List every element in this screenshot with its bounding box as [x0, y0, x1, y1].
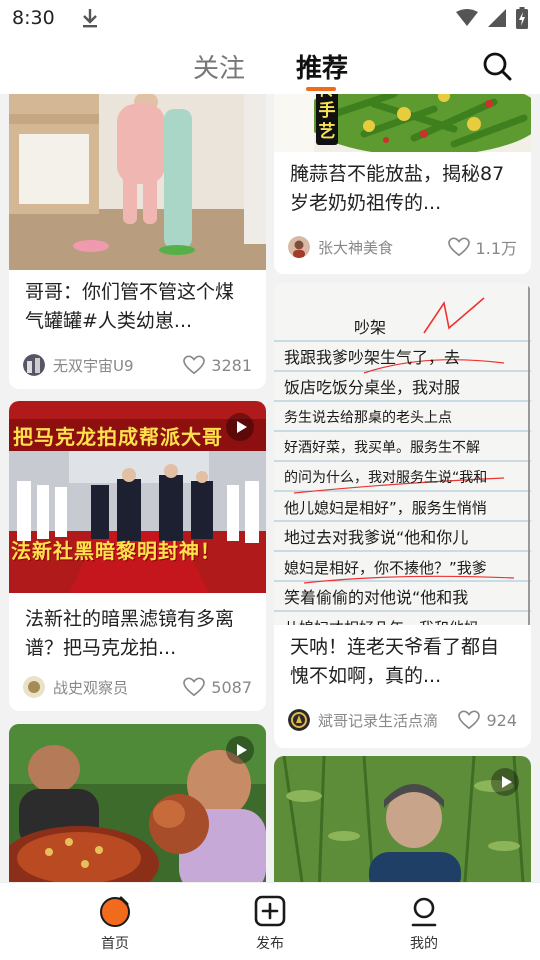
heart-icon	[183, 677, 206, 697]
bottom-nav: 首页 发布 我的	[0, 882, 540, 960]
author-name[interactable]: 战史观察员	[53, 677, 128, 698]
home-logo-icon	[100, 896, 130, 927]
card-thumbnail: 把马克龙拍成帮派大哥 法新社黑暗黎明封神！	[9, 401, 266, 593]
top-bar: 关注 推荐	[0, 36, 540, 94]
feed-card[interactable]	[9, 724, 266, 882]
like-count: 5087	[211, 677, 252, 697]
like-count: 1.1万	[475, 239, 517, 258]
note-line: 吵架	[354, 318, 387, 337]
play-icon	[226, 736, 254, 764]
card-thumbnail: 吵架 我跟我爹吵架生气了，去 饭店吃饭分桌坐，我对服 务生说去给那桌的老头上点 …	[274, 283, 531, 625]
play-icon	[491, 768, 519, 796]
signal-icon	[488, 9, 506, 27]
note-line: 的问为什么，我对服务生说“我和	[284, 470, 488, 486]
like-button[interactable]: 3281	[183, 355, 252, 375]
nav-publish[interactable]: 发布	[230, 895, 310, 953]
card-meta: 斌哥记录生活点滴 924	[288, 707, 517, 733]
card-thumbnail	[9, 94, 266, 270]
note-line: 他儿媳妇是相好”，服务生悄悄	[284, 499, 487, 517]
card-meta: 无双宇宙U9 3281	[23, 352, 252, 378]
feed-card[interactable]: 哥哥：你们管不管这个煤气罐罐#人类幼崽... 无双宇宙U9 3281	[9, 94, 266, 389]
user-icon	[411, 897, 437, 927]
like-count: 3281	[211, 355, 252, 375]
note-line: 饭店吃饭分桌坐，我对服	[284, 378, 461, 397]
card-title: 腌蒜苔不能放盐，揭秘87岁老奶奶祖传的...	[290, 163, 505, 214]
avatar	[23, 676, 45, 698]
feed[interactable]: 哥哥：你们管不管这个煤气罐罐#人类幼崽... 无双宇宙U9 3281 把马克龙拍…	[0, 94, 540, 882]
note-text: 吵架 我跟我爹吵架生气了，去 饭店吃饭分桌坐，我对服 务生说去给那桌的老头上点 …	[284, 313, 524, 625]
card-thumbnail	[9, 724, 266, 882]
note-line: 务生说去给那桌的老头上点	[284, 410, 452, 426]
author-name[interactable]: 斌哥记录生活点滴	[318, 710, 438, 731]
card-meta: 战史观察员 5087	[23, 674, 252, 700]
avatar	[23, 354, 45, 376]
heart-icon	[183, 355, 206, 375]
status-bar: 8:30	[0, 0, 540, 36]
feed-card[interactable]: 吵架 我跟我爹吵架生气了，去 饭店吃饭分桌坐，我对服 务生说去给那桌的老头上点 …	[274, 283, 531, 748]
add-icon	[254, 895, 286, 927]
note-line: 媳妇是相好，你不揍他？”我爹	[284, 559, 487, 577]
note-line: 地过去对我爹说“他和你儿	[284, 528, 469, 547]
thumbnail-caption: 传手艺	[316, 94, 338, 145]
nav-label: 我的	[410, 936, 438, 952]
avatar	[288, 709, 310, 731]
card-thumbnail: 传手艺	[274, 94, 531, 152]
nav-home[interactable]: 首页	[75, 895, 155, 953]
card-thumbnail	[274, 756, 531, 882]
card-meta: 张大神美食 1.1万	[288, 234, 517, 260]
nav-label: 首页	[101, 936, 129, 952]
author-name[interactable]: 张大神美食	[318, 237, 393, 258]
note-line: 我跟我爹吵架生气了，去	[284, 348, 461, 367]
tab-recommend[interactable]: 推荐	[296, 48, 348, 85]
tab-active-indicator	[306, 87, 336, 91]
like-button[interactable]: 5087	[183, 677, 252, 697]
feed-card[interactable]: 把马克龙拍成帮派大哥 法新社黑暗黎明封神！ 法新社的暗黑滤镜有多离谱？把马克龙拍…	[9, 401, 266, 711]
search-icon[interactable]	[481, 50, 513, 82]
card-title: 法新社的暗黑滤镜有多离谱？把马克龙拍...	[25, 608, 235, 659]
thumbnail-caption-bottom: 法新社黑暗黎明封神！	[11, 539, 221, 563]
like-count: 924	[486, 710, 517, 730]
card-title: 天呐！连老天爷看了都自愧不如啊，真的...	[290, 636, 500, 687]
note-line: 儿媳妇才相好几年，我和他妈	[284, 613, 524, 625]
like-button[interactable]: 1.1万	[447, 235, 517, 259]
avatar	[288, 236, 310, 258]
heart-icon	[458, 710, 481, 730]
feed-card[interactable]	[274, 756, 531, 882]
card-title: 哥哥：你们管不管这个煤气罐罐#人类幼崽...	[25, 281, 235, 332]
author-name[interactable]: 无双宇宙U9	[53, 355, 134, 376]
battery-icon	[516, 7, 528, 29]
like-button[interactable]: 924	[458, 710, 517, 730]
wifi-icon	[456, 9, 478, 26]
tab-follow[interactable]: 关注	[193, 48, 245, 85]
note-line: 好酒好菜，我买单。服务生不解	[284, 440, 480, 456]
heart-icon	[447, 237, 470, 257]
feed-card[interactable]: 传手艺 腌蒜苔不能放盐，揭秘87岁老奶奶祖传的... 张大神美食 1.1万	[274, 94, 531, 274]
play-icon	[226, 413, 254, 441]
nav-mine[interactable]: 我的	[384, 895, 464, 953]
status-time: 8:30	[12, 7, 55, 29]
nav-label: 发布	[256, 936, 284, 952]
download-icon	[82, 9, 97, 28]
note-line: 笑着偷偷的对他说“他和我	[284, 588, 469, 607]
